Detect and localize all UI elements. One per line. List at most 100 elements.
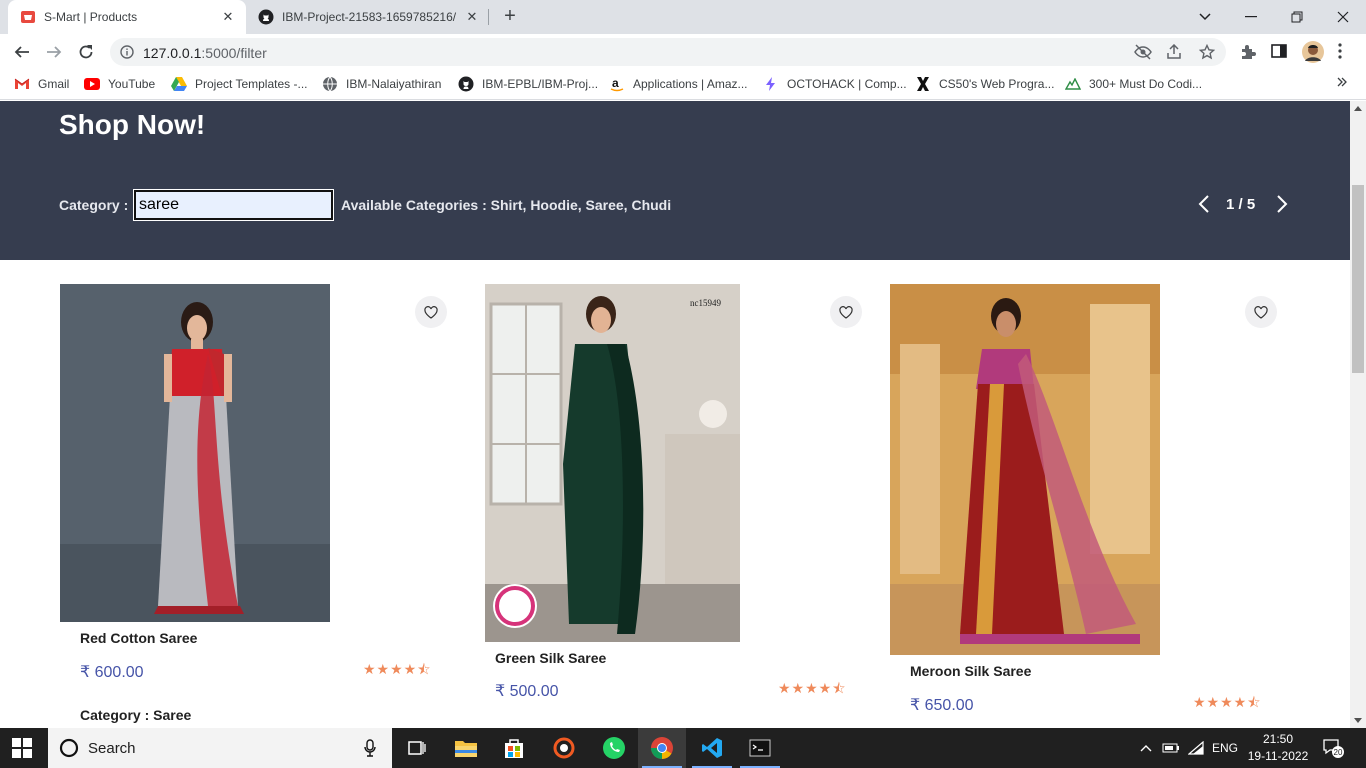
prev-page-icon[interactable] (1194, 192, 1214, 216)
available-categories: Available Categories : Shirt, Hoodie, Sa… (341, 197, 672, 213)
page-title: Shop Now! (59, 109, 206, 140)
bookmarks-bar: Gmail YouTube Project Templates -... IBM… (0, 70, 1366, 100)
origin-app-icon[interactable] (540, 728, 588, 768)
product-category: Category : Saree (80, 707, 192, 723)
gmail-icon (14, 76, 30, 92)
scroll-up-icon[interactable] (1354, 106, 1362, 111)
terminal-icon[interactable] (736, 728, 784, 768)
close-window-button[interactable] (1320, 0, 1366, 34)
chrome-menu-icon[interactable] (1338, 43, 1344, 61)
product-image[interactable] (60, 284, 330, 622)
battery-icon[interactable] (1162, 728, 1180, 768)
product-name[interactable]: Red Cotton Saree (80, 630, 197, 646)
address-bar[interactable]: 127.0.0.1:5000/filter (110, 38, 1226, 66)
product-price: ₹ 600.00 (80, 664, 144, 681)
youtube-icon (84, 76, 100, 92)
bookmark-must-do-coding[interactable]: 300+ Must Do Codi... (1065, 76, 1202, 92)
clock-date: 19-11-2022 (1247, 749, 1309, 763)
product-price: ₹ 650.00 (910, 697, 974, 714)
tab-search-icon[interactable] (1182, 0, 1228, 34)
wishlist-heart-icon[interactable] (830, 296, 862, 328)
more-bookmarks-icon[interactable] (1337, 76, 1347, 88)
forward-button[interactable] (40, 38, 68, 66)
notification-count: 20 (1334, 748, 1343, 757)
product-code: nc15949 (690, 298, 721, 308)
extensions-icon[interactable] (1239, 43, 1257, 61)
wishlist-heart-icon[interactable] (415, 296, 447, 328)
chrome-icon[interactable] (638, 728, 686, 768)
next-page-icon[interactable] (1272, 192, 1292, 216)
wishlist-heart-icon[interactable] (1245, 296, 1277, 328)
bookmark-youtube[interactable]: YouTube (84, 76, 155, 92)
site-info-icon[interactable] (120, 45, 134, 64)
product-name[interactable]: Meroon Silk Saree (910, 663, 1031, 679)
language-indicator[interactable]: ENG (1212, 728, 1238, 768)
page-viewport: Shop Now! Category : Available Categorie… (0, 101, 1350, 728)
microsoft-store-icon[interactable] (490, 728, 538, 768)
windows-start-icon[interactable] (12, 738, 32, 763)
new-tab-button[interactable]: + (498, 5, 522, 29)
close-tab-icon[interactable]: ✕ (218, 7, 238, 27)
back-button[interactable] (8, 38, 36, 66)
category-label: Category : (59, 197, 129, 213)
browser-toolbar: 127.0.0.1:5000/filter (0, 34, 1366, 70)
geeks-icon (1065, 76, 1081, 92)
taskbar-search-box[interactable]: Search (48, 728, 392, 768)
bookmark-gmail[interactable]: Gmail (14, 76, 69, 92)
bookmark-ibm-nalaiyathiran[interactable]: IBM-Nalaiyathiran (322, 76, 441, 92)
octohack-icon (763, 76, 779, 92)
tab-ibm-project[interactable]: IBM-Project-21583-1659785216/ ✕ (250, 0, 490, 34)
amazon-icon: a (609, 76, 625, 92)
shop-header: Shop Now! Category : Available Categorie… (0, 101, 1350, 260)
scrollbar-thumb[interactable] (1352, 185, 1364, 373)
rating-stars: ★★★★⯪ (778, 680, 847, 696)
page-scrollbar[interactable] (1350, 101, 1366, 728)
smart-favicon-icon (20, 9, 36, 25)
side-panel-icon[interactable] (1271, 43, 1289, 61)
search-icon (58, 737, 80, 764)
rating-stars: ★★★★⯪ (363, 661, 432, 677)
tab-separator (488, 9, 489, 25)
edx-icon (915, 76, 931, 92)
rating-stars: ★★★★⯪ (1193, 694, 1262, 710)
product-price: ₹ 500.00 (495, 683, 559, 700)
page-indicator: 1 / 5 (1226, 196, 1256, 213)
tab-s-mart-products[interactable]: S-Mart | Products ✕ (8, 0, 246, 34)
bookmark-project-templates[interactable]: Project Templates -... (171, 76, 308, 92)
github-favicon-icon (258, 9, 274, 25)
bookmark-applications-amazon[interactable]: a Applications | Amaz... (609, 76, 748, 92)
vscode-icon[interactable] (688, 728, 736, 768)
restore-button[interactable] (1274, 0, 1320, 34)
github-icon (458, 76, 474, 92)
product-image[interactable]: nc15949 (485, 284, 740, 642)
tab-title: IBM-Project-21583-1659785216/ (282, 10, 457, 24)
profile-avatar[interactable] (1302, 41, 1324, 63)
globe-icon (322, 76, 338, 92)
show-hidden-icons[interactable] (1140, 728, 1152, 768)
scroll-down-icon[interactable] (1354, 718, 1362, 723)
task-view-icon[interactable] (392, 728, 440, 768)
eye-off-icon[interactable] (1134, 44, 1152, 60)
clock-time: 21:50 (1262, 732, 1294, 746)
file-explorer-icon[interactable] (442, 728, 490, 768)
close-tab-icon[interactable]: ✕ (462, 7, 482, 27)
reload-button[interactable] (72, 38, 100, 66)
tab-title: S-Mart | Products (44, 10, 138, 24)
whatsapp-icon[interactable] (590, 728, 638, 768)
bookmark-star-icon[interactable] (1198, 43, 1216, 60)
taskbar-clock[interactable]: 21:50 19-11-2022 (1246, 731, 1310, 765)
minimize-button[interactable] (1228, 0, 1274, 34)
wifi-icon[interactable] (1188, 728, 1204, 768)
product-name[interactable]: Green Silk Saree (495, 650, 606, 666)
bookmark-ibm-epbl[interactable]: IBM-EPBL/IBM-Proj... (458, 76, 598, 92)
share-icon[interactable] (1166, 43, 1182, 60)
category-input[interactable] (133, 189, 334, 221)
product-image[interactable] (890, 284, 1160, 655)
tab-strip: S-Mart | Products ✕ IBM-Project-21583-16… (0, 0, 1366, 34)
notification-center-icon[interactable]: 20 (1322, 728, 1344, 768)
google-drive-icon (171, 76, 187, 92)
microphone-icon[interactable] (364, 739, 376, 762)
bookmark-octohack[interactable]: OCTOHACK | Comp... (763, 76, 907, 92)
url-text: 127.0.0.1:5000/filter (143, 45, 267, 61)
bookmark-cs50[interactable]: CS50's Web Progra... (915, 76, 1054, 92)
